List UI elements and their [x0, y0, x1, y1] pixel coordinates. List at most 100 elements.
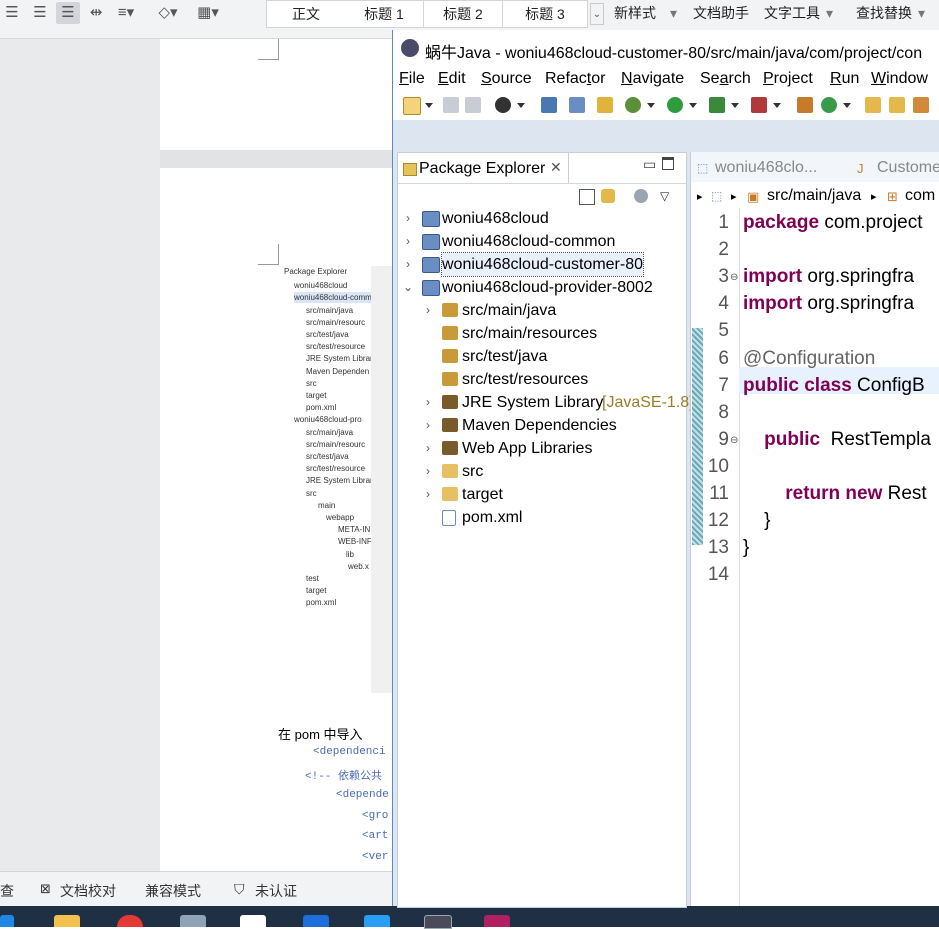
terminal-icon[interactable] — [541, 97, 557, 113]
new-java-package-icon[interactable] — [797, 97, 813, 113]
tab-editor-customer[interactable]: Custome — [877, 159, 939, 177]
doc-assistant-button[interactable]: 文档助手 — [693, 2, 749, 24]
collapse-all-icon[interactable] — [579, 189, 595, 205]
new-style-menu[interactable]: 新样式 — [614, 2, 656, 24]
tree-item[interactable]: pom.xml — [398, 506, 686, 529]
minimize-icon[interactable]: ▭ — [643, 156, 656, 173]
fold-icon[interactable]: ⊖ — [730, 272, 738, 283]
external-tools-icon[interactable] — [751, 97, 767, 113]
menu-refactor[interactable]: Refactor — [545, 70, 605, 88]
tree-item[interactable]: › Maven Dependencies — [398, 414, 686, 437]
open-folder-icon[interactable] — [889, 97, 905, 113]
chevron-down-icon[interactable] — [843, 103, 851, 108]
tree-item[interactable]: › woniu468cloud-common — [398, 230, 686, 253]
align-right-icon[interactable]: ☰ — [28, 2, 52, 24]
chevron-down-icon[interactable] — [731, 103, 739, 108]
style-heading-3[interactable]: 标题 3 — [503, 0, 588, 28]
chevron-right-icon[interactable]: › — [422, 437, 434, 460]
file-explorer-icon[interactable] — [54, 915, 80, 927]
tree-item[interactable]: src/test/java — [398, 345, 686, 368]
text-tools-menu[interactable]: 文字工具 — [764, 2, 820, 24]
save-icon[interactable] — [443, 97, 459, 113]
chevron-down-icon[interactable] — [647, 103, 655, 108]
tree-item[interactable]: › target — [398, 483, 686, 506]
tree-item[interactable]: › Web App Libraries — [398, 437, 686, 460]
tree-item[interactable]: › JRE System Library [JavaSE-1.8] — [398, 391, 694, 414]
chevron-down-icon[interactable] — [689, 103, 697, 108]
style-heading-2[interactable]: 标题 2 — [424, 0, 503, 28]
align-center-icon[interactable]: ☰ — [0, 2, 24, 24]
menu-project[interactable]: Project — [763, 70, 813, 88]
line-spacing-icon[interactable]: ≡▾ — [114, 2, 138, 24]
unverified-button[interactable]: 未认证 — [255, 881, 297, 901]
tree-item[interactable]: src/test/resources — [398, 368, 686, 391]
run-external-icon[interactable] — [709, 97, 725, 113]
chevron-down-icon[interactable] — [517, 103, 525, 108]
app-icon[interactable] — [240, 915, 266, 927]
justify-icon[interactable]: ☰ — [56, 2, 80, 24]
tree-item[interactable]: › src — [398, 460, 686, 483]
close-icon[interactable]: ✕ — [550, 159, 562, 176]
chevron-down-icon[interactable]: ⌄ — [402, 276, 414, 299]
app-icon[interactable] — [180, 915, 206, 927]
menu-edit[interactable]: Edit — [438, 70, 466, 88]
proofread-button[interactable]: 文档校对 — [60, 881, 116, 901]
chevron-right-icon[interactable]: › — [402, 207, 414, 230]
chevron-right-icon[interactable]: › — [422, 391, 434, 414]
breadcrumb-item[interactable]: src/main/java — [767, 187, 861, 205]
menu-navigate[interactable]: Navigate — [621, 70, 684, 88]
tab-package-explorer[interactable]: Package Explorer ✕ — [398, 153, 569, 183]
tree-item[interactable]: › src/main/java — [398, 299, 686, 322]
tree-item[interactable]: ⌄ woniu468cloud-provider-8002 — [398, 276, 686, 299]
fold-icon[interactable]: ⊖ — [730, 435, 738, 446]
code-editor[interactable]: package com.project import org.springfra i… — [741, 208, 939, 906]
open-task-icon[interactable] — [597, 97, 613, 113]
new-icon[interactable] — [403, 97, 421, 115]
border-icon[interactable]: ▦▾ — [196, 2, 220, 24]
skip-breakpoints-icon[interactable] — [569, 97, 585, 113]
chevron-down-icon[interactable] — [425, 103, 433, 108]
tree-item[interactable]: › woniu468cloud-customer-80 — [398, 252, 686, 277]
new-java-class-icon[interactable] — [821, 97, 837, 113]
chevron-right-icon[interactable]: › — [402, 230, 414, 253]
intellij-icon[interactable] — [484, 915, 510, 927]
chrome-icon[interactable] — [117, 915, 143, 927]
menu-source[interactable]: Source — [481, 70, 532, 88]
app-icon[interactable] — [303, 915, 329, 927]
menu-run[interactable]: Run — [830, 70, 859, 88]
styles-scroll-icon[interactable]: ⌄ — [590, 3, 604, 25]
edge-icon[interactable] — [0, 915, 14, 927]
search-icon[interactable] — [913, 97, 929, 113]
chevron-down-icon[interactable] — [773, 103, 781, 108]
style-heading-1[interactable]: 标题 1 — [345, 0, 424, 28]
breadcrumb-item[interactable]: com — [905, 187, 935, 205]
tree-item[interactable]: src/main/resources — [398, 322, 686, 345]
tab-editor-pom[interactable]: woniu468clo... — [715, 159, 817, 177]
line-number: 9 — [718, 428, 729, 450]
title-bar[interactable]: 蜗牛Java - woniu468cloud-customer-80/src/m… — [393, 30, 939, 66]
menu-search[interactable]: Search — [700, 70, 751, 88]
compat-mode-button[interactable]: 兼容模式 — [145, 881, 201, 901]
distributed-align-icon[interactable]: ⇹ — [84, 2, 108, 24]
view-menu-icon[interactable]: ▽ — [660, 189, 674, 203]
chevron-right-icon[interactable]: › — [402, 253, 414, 276]
link-with-editor-icon[interactable] — [601, 189, 615, 203]
chevron-right-icon[interactable]: › — [422, 414, 434, 437]
shading-icon[interactable]: ◇▾ — [156, 2, 180, 24]
chevron-right-icon[interactable]: › — [422, 483, 434, 506]
focus-icon[interactable] — [634, 189, 648, 203]
menu-window[interactable]: Window — [871, 70, 928, 88]
save-all-icon[interactable] — [465, 97, 481, 113]
chevron-right-icon[interactable]: › — [422, 460, 434, 483]
open-type-icon[interactable] — [865, 97, 881, 113]
menu-file[interactable]: File — [399, 70, 425, 88]
run-icon[interactable] — [667, 97, 683, 113]
debug-icon[interactable] — [625, 97, 641, 113]
maximize-icon[interactable] — [662, 157, 674, 170]
find-replace-menu[interactable]: 查找替换 — [856, 2, 912, 24]
chevron-right-icon[interactable]: › — [422, 299, 434, 322]
style-normal[interactable]: 正文 — [266, 0, 346, 28]
app-icon[interactable] — [364, 915, 390, 927]
account-icon[interactable] — [495, 97, 511, 113]
tree-item[interactable]: › woniu468cloud — [398, 207, 686, 230]
